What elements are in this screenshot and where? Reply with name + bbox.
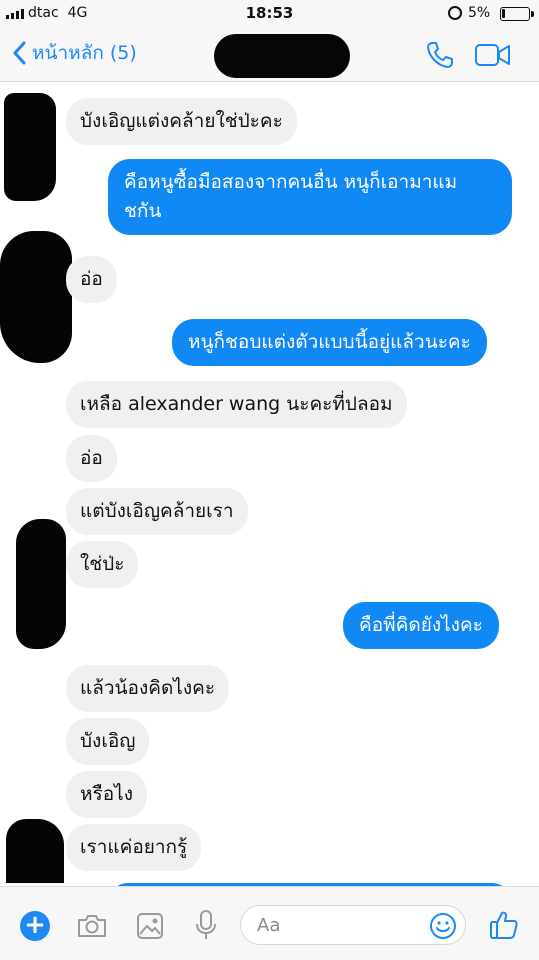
chevron-left-icon: [13, 41, 26, 65]
incoming-message[interactable]: ใช่ป่ะ: [66, 541, 139, 588]
incoming-message[interactable]: อ่อ: [66, 256, 117, 303]
plus-icon[interactable]: +: [20, 911, 50, 941]
incoming-message[interactable]: แต่บังเอิญคล้ายเรา: [66, 488, 248, 535]
incoming-message[interactable]: เราแค่อยากรู้: [66, 824, 202, 871]
phone-icon[interactable]: [425, 40, 455, 70]
thumbs-up-icon[interactable]: [488, 909, 520, 941]
battery-low-icon: [500, 7, 534, 21]
image-icon[interactable]: [136, 912, 164, 940]
redacted-avatar: [6, 819, 64, 883]
video-camera-icon[interactable]: [474, 42, 512, 68]
outgoing-message[interactable]: คือหนูซื้อมือสองจากคนอื่น หนูก็เอามาแม ช…: [108, 159, 512, 235]
battery-percent: 5%: [468, 5, 491, 21]
back-button[interactable]: หน้าหลัก (5): [12, 38, 137, 68]
redacted-avatar: [16, 519, 66, 649]
outgoing-message[interactable]: คือพี่คิดยังไงคะ: [343, 602, 499, 649]
message-line: คือหนูซื้อมือสองจากคนอื่น หนูก็เอามาแม: [124, 171, 458, 193]
incoming-message[interactable]: บังเอิญ: [66, 718, 150, 765]
incoming-message[interactable]: บังเอิญแต่งคล้ายใช่ป่ะคะ: [66, 98, 297, 145]
redacted-avatar: [0, 231, 72, 363]
message-input[interactable]: [257, 912, 417, 938]
emoji-icon[interactable]: [428, 911, 458, 941]
rotation-lock-icon: [448, 6, 462, 20]
redacted-contact-name: [214, 34, 350, 78]
incoming-message[interactable]: หรือไง: [66, 771, 147, 818]
incoming-message[interactable]: อ่อ: [66, 435, 117, 482]
incoming-message[interactable]: เหลือ alexander wang นะคะที่ปลอม: [66, 381, 407, 428]
redacted-avatar: [4, 93, 56, 201]
microphone-icon[interactable]: [194, 909, 218, 941]
message-composer: +: [0, 886, 539, 960]
conversation-header: หน้าหลัก (5): [0, 28, 539, 82]
status-bar: dtac 4G 18:53 5%: [0, 0, 539, 28]
message-line: ชกัน: [124, 200, 162, 222]
incoming-message[interactable]: แล้วน้องคิดไงคะ: [66, 665, 230, 712]
camera-icon[interactable]: [76, 913, 108, 939]
outgoing-message[interactable]: หนูก็ชอบแต่งตัวแบบนี้อยู่แล้วนะคะ: [172, 319, 487, 366]
message-list[interactable]: บังเอิญแต่งคล้ายใช่ป่ะคะ คือหนูซื้อมือสอ…: [0, 83, 539, 883]
back-label: หน้าหลัก (5): [32, 42, 137, 64]
